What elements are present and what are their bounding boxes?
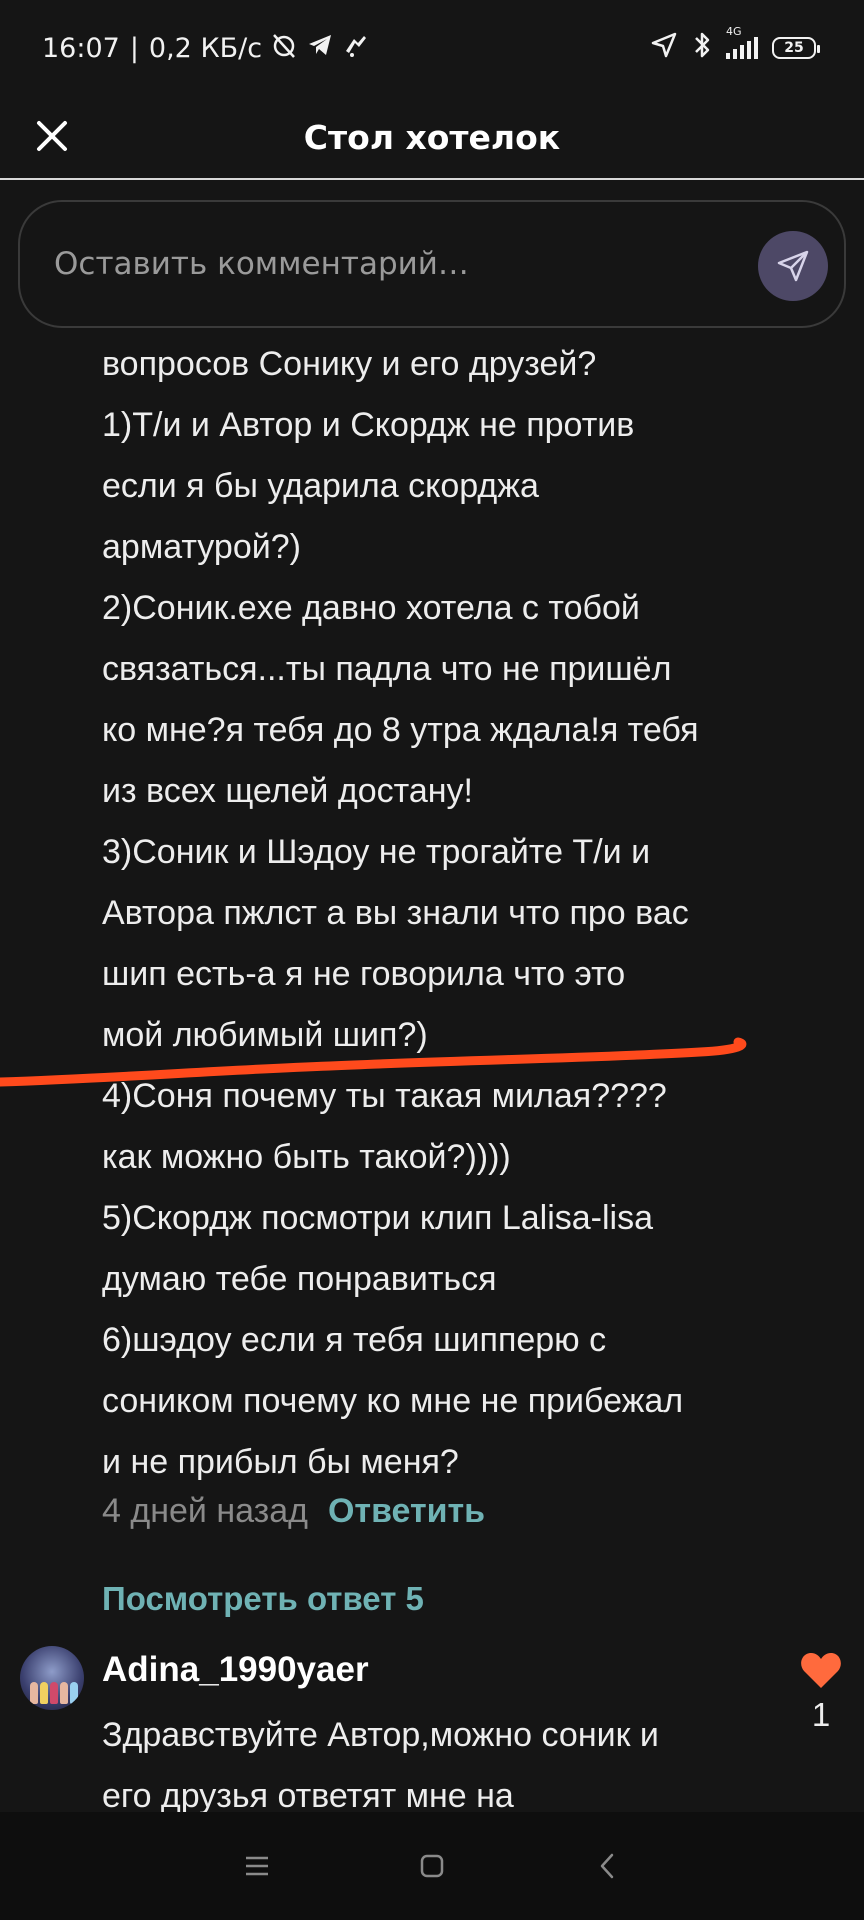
comment-timestamp: 4 дней назад bbox=[102, 1492, 308, 1530]
comment-line: думаю тебе понравиться bbox=[102, 1260, 497, 1298]
view-replies-link[interactable]: Посмотреть ответ 5 bbox=[102, 1580, 424, 1618]
status-separator: | bbox=[129, 32, 139, 64]
signal-bars bbox=[726, 37, 758, 59]
comment-line: арматурой?) bbox=[102, 528, 301, 566]
comment-line: вопросов Сонику и его друзей? bbox=[102, 345, 597, 383]
like-count: 1 bbox=[811, 1696, 831, 1733]
comment-line: ко мне?я тебя до 8 утра ждала!я тебя bbox=[102, 711, 699, 749]
comment-line: 5)Скордж посмотри клип Lalisa-lisa bbox=[102, 1199, 654, 1237]
telegram-icon bbox=[306, 31, 334, 66]
avatar-figure bbox=[70, 1682, 78, 1704]
comment-line: как можно быть такой?)))) bbox=[102, 1138, 511, 1176]
avatar[interactable] bbox=[20, 1646, 84, 1710]
reply-button[interactable]: Ответить bbox=[328, 1492, 485, 1531]
network-type: 4G bbox=[726, 25, 742, 38]
comment-meta: 4 дней назад Ответить bbox=[102, 1492, 485, 1531]
comment-body: вопросов Сонику и его друзей? 1)Т/и и Ав… bbox=[102, 334, 762, 1493]
back-icon bbox=[600, 1853, 613, 1879]
comment-line: 1)Т/и и Автор и Скордж не против bbox=[102, 406, 635, 444]
nav-back-button[interactable] bbox=[577, 1836, 637, 1896]
comment-input[interactable] bbox=[54, 246, 734, 282]
heart-icon bbox=[801, 1653, 841, 1688]
comment-line: Автора пжлст а вы знали что про вас bbox=[102, 894, 689, 932]
battery-level: 25 bbox=[784, 40, 804, 56]
app-notification-icon bbox=[342, 31, 370, 66]
nav-home-button[interactable] bbox=[402, 1836, 462, 1896]
battery-icon: 25 bbox=[772, 37, 820, 59]
avatar-figure bbox=[30, 1682, 38, 1704]
status-network-speed: 0,2 КБ/с bbox=[148, 32, 263, 64]
like-button[interactable]: 1 bbox=[796, 1650, 846, 1734]
app-header: Стол хотелок bbox=[0, 96, 864, 180]
comment-line: 3)Соник и Шэдоу не трогайте Т/и и bbox=[102, 833, 651, 871]
status-right: 4G 25 bbox=[650, 25, 820, 67]
send-icon bbox=[777, 250, 809, 282]
close-button[interactable] bbox=[30, 114, 74, 158]
comment-line: мой любимый шип?) bbox=[102, 1016, 428, 1054]
avatar-figure bbox=[50, 1682, 58, 1704]
comment-username[interactable]: Adina_1990yaer bbox=[102, 1650, 369, 1690]
comment-line: 2)Соник.exe давно хотела с тобой bbox=[102, 589, 640, 627]
comment-line: связаться...ты падла что не пришёл bbox=[102, 650, 672, 688]
nav-menu-button[interactable] bbox=[227, 1836, 287, 1896]
page-title: Стол хотелок bbox=[303, 117, 561, 157]
comment-line: если я бы ударила скорджа bbox=[102, 467, 539, 505]
comment-input-container bbox=[18, 200, 846, 328]
alarm-off-icon bbox=[270, 31, 298, 66]
comment-line: соником почему ко мне не прибежал bbox=[102, 1382, 684, 1420]
close-icon bbox=[37, 121, 67, 151]
home-icon bbox=[420, 1854, 444, 1878]
menu-icon bbox=[246, 1856, 269, 1876]
status-bar: 16:07 | 0,2 КБ/с 4G 25 bbox=[0, 0, 864, 96]
avatar-figure bbox=[60, 1682, 68, 1704]
comment-line: и не прибыл бы меня? bbox=[102, 1443, 459, 1481]
comment-body-2: Здравствуйте Автор,можно соник и его дру… bbox=[102, 1705, 742, 1827]
comment-line: из всех щелей достану! bbox=[102, 772, 473, 810]
comment-line: 4)Соня почему ты такая милая???? bbox=[102, 1077, 667, 1115]
avatar-figure bbox=[40, 1682, 48, 1704]
status-time: 16:07 bbox=[42, 32, 120, 64]
comment-line: 6)шэдоу если я тебя шипперю с bbox=[102, 1321, 607, 1359]
send-button[interactable] bbox=[758, 231, 828, 301]
status-left: 16:07 | 0,2 КБ/с bbox=[42, 31, 370, 66]
bluetooth-icon bbox=[692, 30, 712, 67]
comment-line: Здравствуйте Автор,можно соник и bbox=[102, 1716, 659, 1754]
signal-icon: 4G bbox=[726, 25, 758, 59]
system-nav-bar bbox=[0, 1812, 864, 1920]
comment-line: шип есть-а я не говорила что это bbox=[102, 955, 626, 993]
screen: 16:07 | 0,2 КБ/с 4G 25 Стол хотелок Оста… bbox=[0, 0, 864, 1920]
location-icon bbox=[650, 31, 678, 66]
